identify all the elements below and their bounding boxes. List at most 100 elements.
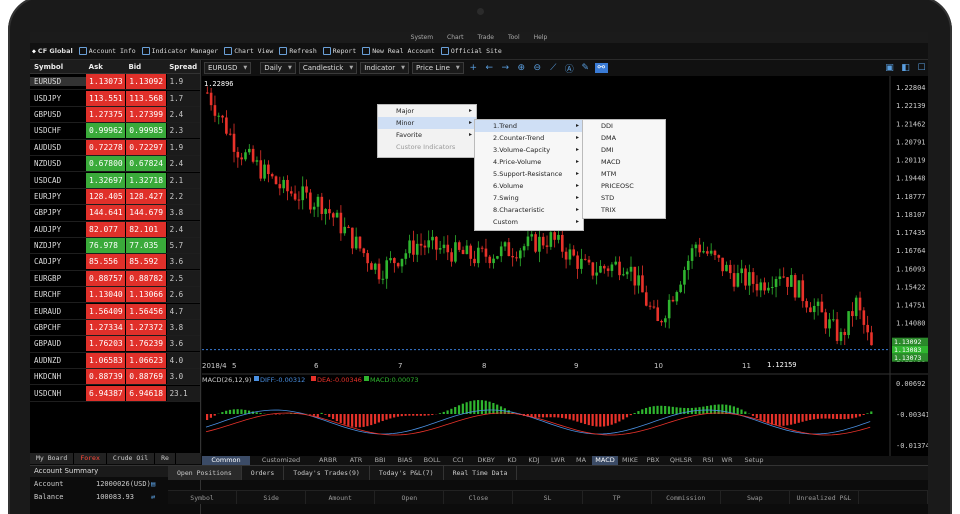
toolbar-item-3[interactable]: Refresh [279, 47, 317, 55]
watchlist-row[interactable]: EURCHF 1.13040 1.13066 2.6 [30, 287, 200, 304]
ask-price[interactable]: 85.556 [86, 254, 126, 270]
menu-item[interactable]: Favorite [378, 129, 476, 141]
toolbar-item-5[interactable]: New Real Account [362, 47, 435, 55]
bid-price[interactable]: 85.592 [126, 254, 166, 270]
ask-price[interactable]: 6.94387 [86, 385, 126, 401]
indicator-select[interactable]: Indicator ▼ [360, 62, 410, 74]
watchlist-row[interactable]: GBPJPY 144.641 144.679 3.8 [30, 205, 200, 222]
window-icon[interactable]: ◧ [899, 63, 912, 73]
link-icon[interactable]: ⚯ [594, 63, 608, 73]
ask-price[interactable]: 144.641 [86, 205, 126, 221]
indicator-tab[interactable]: QHLSR [664, 456, 698, 465]
indicator-tab[interactable]: PBX [642, 456, 664, 465]
positions-column-header[interactable]: Side [237, 491, 307, 504]
watchlist-row[interactable]: GBPUSD 1.27375 1.27399 2.4 [30, 106, 200, 124]
menu-tool[interactable]: Tool [506, 34, 522, 41]
positions-column-header[interactable]: TP [583, 491, 652, 504]
watchlist-row[interactable]: EURGBP 0.88757 0.88782 2.5 [30, 270, 200, 288]
indicator-tab[interactable]: CCI [446, 456, 470, 465]
menu-item[interactable]: Custom [475, 216, 583, 228]
bid-price[interactable]: 1.13092 [126, 74, 166, 90]
menu-item[interactable]: 4.Price-Volume [475, 156, 583, 168]
ask-price[interactable]: 0.88739 [86, 369, 126, 385]
bid-price[interactable]: 1.32718 [126, 172, 166, 188]
ask-price[interactable]: 128.405 [86, 188, 126, 204]
menu-item[interactable]: TRIX [583, 204, 665, 216]
menu-item[interactable]: 5.Support-Resistance [475, 168, 583, 180]
ask-price[interactable]: 82.077 [86, 221, 126, 237]
watchlist-tab[interactable]: My Board [30, 453, 75, 464]
menu-item[interactable]: 2.Counter-Trend [475, 132, 583, 144]
ask-price[interactable]: 1.27334 [86, 320, 126, 336]
ask-price[interactable]: 1.27375 [86, 106, 126, 122]
menu-item[interactable]: STD [583, 192, 665, 204]
indicator-tab[interactable]: Common [202, 456, 250, 465]
pen-icon[interactable]: ✎ [579, 63, 592, 73]
zoom-out-icon[interactable]: ⊖ [531, 63, 544, 73]
menu-item[interactable]: 3.Volume-Capcity [475, 144, 583, 156]
positions-column-header[interactable]: Close [444, 491, 514, 504]
watchlist-row[interactable]: USDCHF 0.99962 0.99985 2.3 [30, 123, 200, 140]
bid-price[interactable]: 0.67824 [126, 156, 166, 172]
positions-column-header[interactable] [859, 491, 928, 504]
indicator-tab[interactable]: ARBR [312, 456, 344, 465]
menu-item[interactable]: 8.Characteristic [475, 204, 583, 216]
watchlist-row[interactable]: EURUSD 1.13073 1.13092 1.9 [30, 74, 200, 91]
bid-price[interactable]: 82.101 [126, 221, 166, 237]
menu-trade[interactable]: Trade [476, 34, 496, 41]
positions-tab[interactable]: Today's P&L(7) [370, 466, 444, 480]
watchlist-row[interactable]: CADJPY 85.556 85.592 3.6 [30, 254, 200, 271]
arrow-left-icon[interactable]: ← [483, 63, 496, 73]
bid-price[interactable]: 1.13066 [126, 287, 166, 303]
toolbar-item-6[interactable]: Official Site [440, 47, 502, 55]
bid-price[interactable]: 1.27399 [126, 106, 166, 122]
toolbar-item-2[interactable]: Chart View [224, 47, 273, 55]
ask-price[interactable]: 0.99962 [86, 123, 126, 139]
toolbar-item-4[interactable]: Report [322, 47, 356, 55]
maximize-icon[interactable]: ☐ [915, 63, 928, 73]
bid-price[interactable]: 6.94618 [126, 385, 166, 401]
symbol-select[interactable]: EURUSD ▼ [204, 62, 252, 74]
layout-icon[interactable]: ▣ [883, 63, 896, 73]
watchlist-row[interactable]: AUDNZD 1.06583 1.06623 4.0 [30, 352, 200, 370]
watchlist-row[interactable]: EURJPY 128.405 128.427 2.2 [30, 188, 200, 206]
bid-price[interactable]: 113.568 [126, 90, 166, 106]
menu-item[interactable]: DDI [583, 120, 665, 132]
menu-chart[interactable]: Chart [445, 34, 466, 41]
positions-tab[interactable]: Open Positions [168, 466, 242, 480]
toolbar-item-1[interactable]: Indicator Manager [141, 47, 218, 55]
indicator-tab[interactable]: KDJ [522, 456, 546, 465]
watchlist-row[interactable]: AUDUSD 0.72278 0.72297 1.9 [30, 139, 200, 156]
ask-price[interactable]: 0.72278 [86, 139, 126, 155]
positions-column-header[interactable]: Swap [721, 491, 790, 504]
menu-item[interactable]: 1.Trend [475, 120, 583, 132]
ask-price[interactable]: 1.13040 [86, 287, 126, 303]
menu-item[interactable]: Major [378, 105, 476, 117]
bid-price[interactable]: 1.76239 [126, 336, 166, 352]
ask-price[interactable]: 0.88757 [86, 270, 126, 286]
ask-price[interactable]: 76.978 [86, 238, 126, 254]
indicator-tab[interactable]: BIAS [392, 456, 418, 465]
indicator-tab[interactable]: DKBY [470, 456, 502, 465]
indicator-tab[interactable]: BBI [368, 456, 392, 465]
menu-item[interactable]: 7.Swing [475, 192, 583, 204]
watchlist-tab[interactable]: Forex [74, 453, 107, 464]
zoom-in-icon[interactable]: ⊕ [515, 63, 528, 73]
ask-price[interactable]: 113.551 [86, 90, 126, 106]
bid-price[interactable]: 1.27372 [126, 320, 166, 336]
style-select[interactable]: Candlestick ▼ [298, 62, 358, 74]
menu-item[interactable]: Minor [378, 117, 476, 129]
text-icon[interactable]: Ⓐ [563, 62, 576, 75]
positions-column-header[interactable]: Amount [306, 491, 376, 504]
bid-price[interactable]: 0.88782 [126, 270, 166, 286]
bid-price[interactable]: 1.06623 [126, 352, 166, 368]
positions-column-header[interactable]: Symbol [168, 491, 238, 504]
menu-item[interactable]: PRICEOSC [583, 180, 665, 192]
bid-price[interactable]: 144.679 [126, 205, 166, 221]
menu-item[interactable]: DMA [583, 132, 665, 144]
positions-tab[interactable]: Orders [242, 466, 285, 480]
menu-help[interactable]: Help [532, 34, 550, 41]
watchlist-row[interactable]: USDCNH 6.94387 6.94618 23.1 [30, 385, 200, 402]
menu-item[interactable]: Custore Indicators [378, 141, 476, 153]
ask-price[interactable]: 1.13073 [86, 74, 126, 90]
